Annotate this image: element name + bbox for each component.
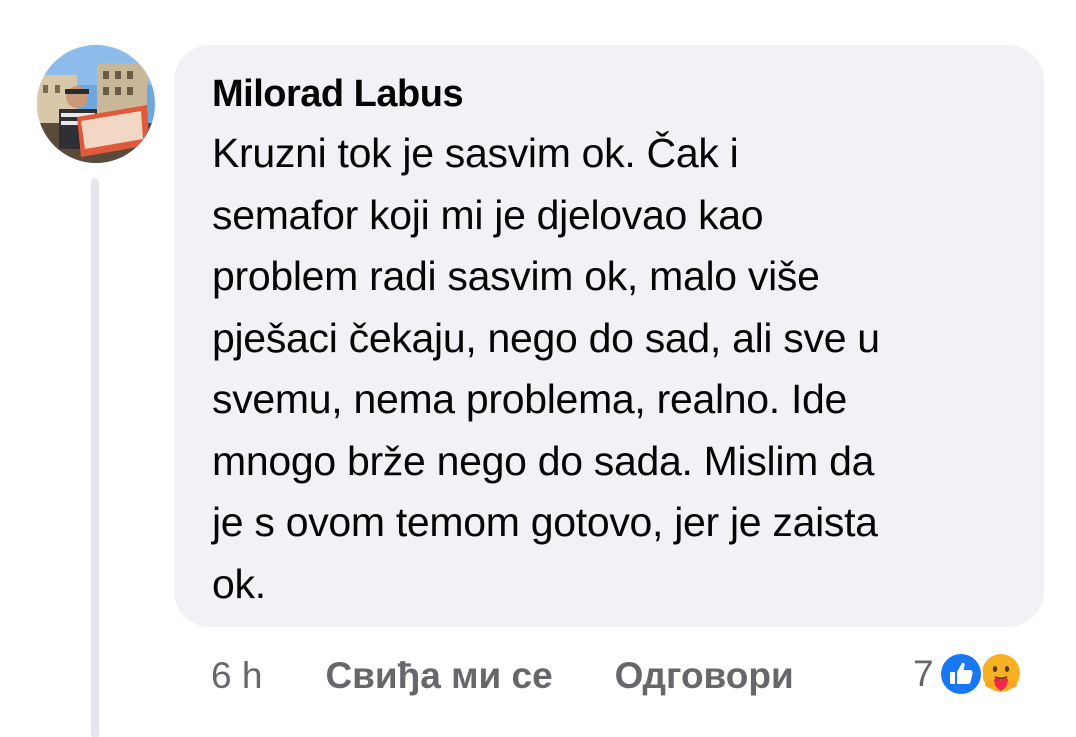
reply-button[interactable]: Одговори <box>615 655 794 697</box>
like-button[interactable]: Свиђа ми се <box>325 655 552 697</box>
care-icon <box>978 651 1024 697</box>
author-name[interactable]: Milorad Labus <box>212 71 1008 117</box>
like-icon <box>938 651 984 697</box>
reactions-summary[interactable]: 7 <box>913 644 1024 704</box>
avatar-photo <box>37 45 155 163</box>
comment-text: Kruzni tok je sasvim ok. Čak i semafor k… <box>212 130 880 607</box>
comment-actions: 6 h Свиђа ми се Одговори <box>211 648 794 704</box>
comment-bubble: Milorad Labus Kruzni tok je sasvim ok. Č… <box>174 45 1044 627</box>
comment-timestamp[interactable]: 6 h <box>211 655 262 697</box>
thread-line <box>91 178 99 737</box>
reaction-count: 7 <box>913 653 934 694</box>
comment-thread: Milorad Labus Kruzni tok je sasvim ok. Č… <box>0 0 1076 737</box>
avatar[interactable] <box>37 45 155 163</box>
